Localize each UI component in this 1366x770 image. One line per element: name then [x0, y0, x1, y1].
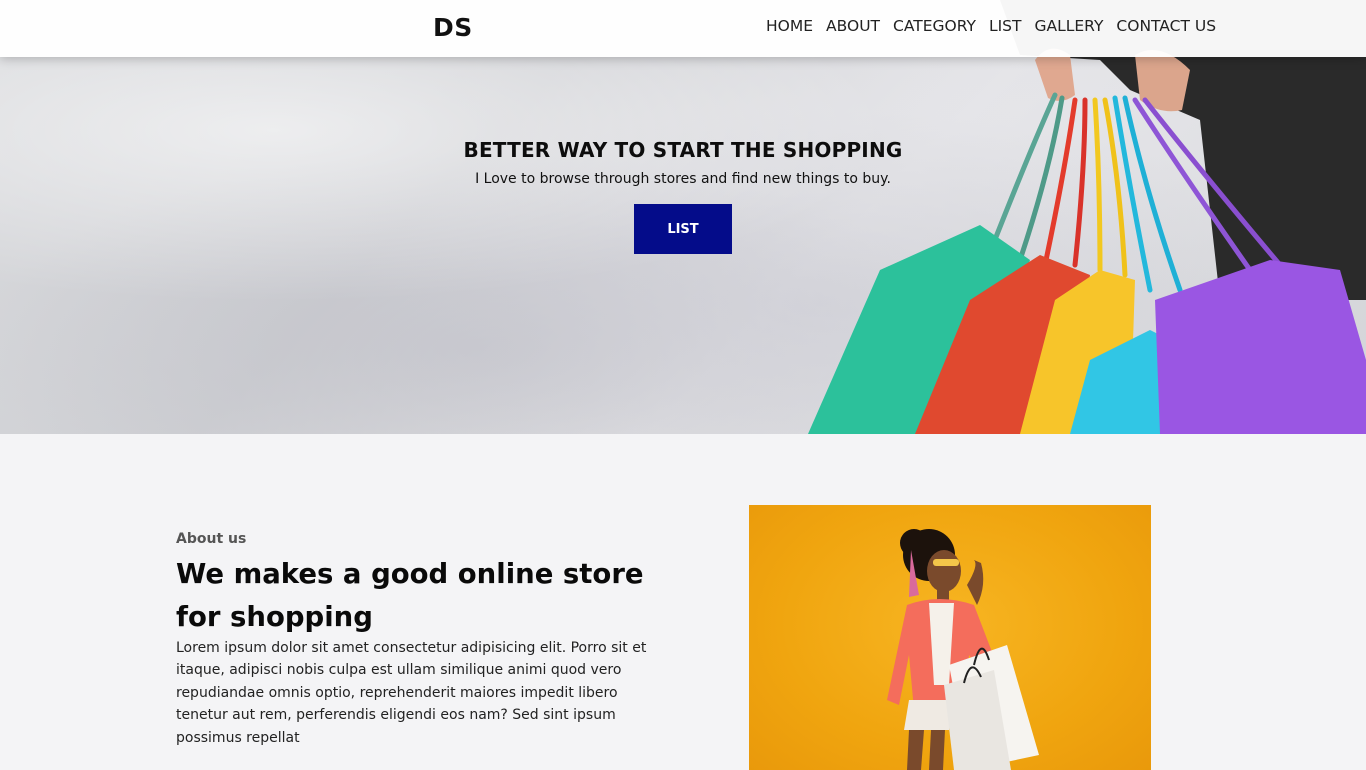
nav-home-link[interactable]: HOME	[766, 17, 813, 35]
hero-shopping-bags-image	[808, 0, 1366, 434]
top-navbar: DS HOME ABOUT CATEGORY LIST GALLERY CONT…	[0, 0, 1366, 57]
nav-category-link[interactable]: CATEGORY	[893, 17, 976, 35]
hero-title: BETTER WAY TO START THE SHOPPING	[463, 138, 903, 162]
nav-gallery-link[interactable]: GALLERY	[1034, 17, 1103, 35]
about-title: We makes a good online store for shoppin…	[176, 558, 644, 633]
about-text: Lorem ipsum dolor sit amet consectetur a…	[176, 640, 647, 746]
nav-contact-link[interactable]: CONTACT US	[1116, 17, 1216, 35]
hero-section: BETTER WAY TO START THE SHOPPING I Love …	[0, 0, 1366, 434]
nav-list-link[interactable]: LIST	[989, 17, 1022, 35]
about-shopping-woman-image	[749, 505, 1151, 770]
about-label: About us	[176, 531, 247, 547]
hero-content: BETTER WAY TO START THE SHOPPING I Love …	[0, 138, 1366, 187]
hero-list-button[interactable]: LIST	[634, 204, 732, 254]
brand-logo[interactable]: DS	[433, 13, 473, 42]
nav-about-link[interactable]: ABOUT	[826, 17, 880, 35]
hero-subtitle: I Love to browse through stores and find…	[475, 171, 891, 187]
main-nav: HOME ABOUT CATEGORY LIST GALLERY CONTACT…	[766, 17, 1229, 35]
